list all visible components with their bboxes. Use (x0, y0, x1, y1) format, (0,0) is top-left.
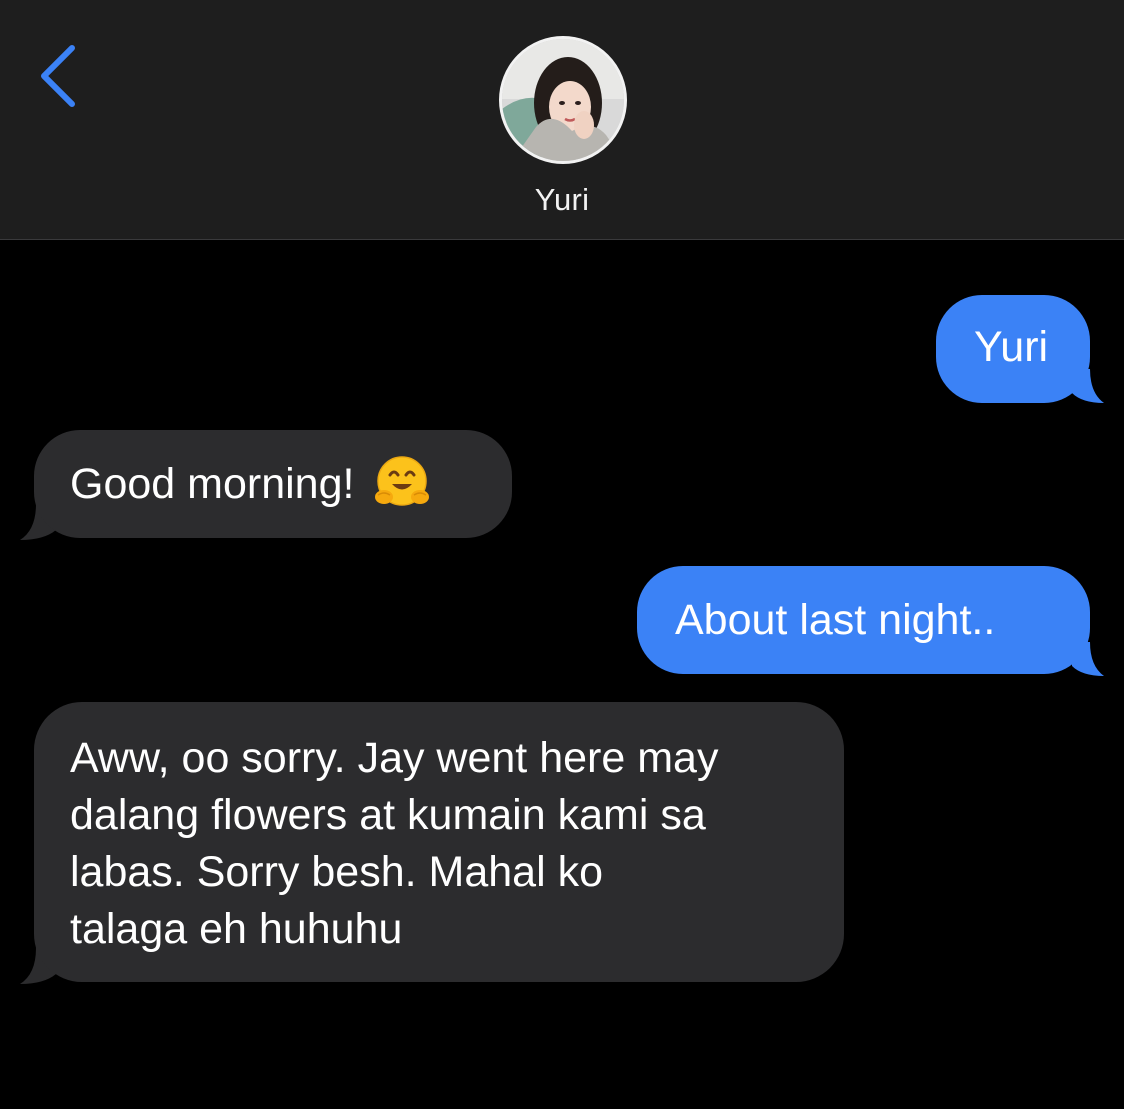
message-text: About last night.. (675, 596, 996, 644)
contact-photo (502, 39, 624, 161)
message-row-outgoing: About last night.. (637, 566, 1104, 676)
contact-name[interactable]: Yuri (0, 182, 1124, 218)
message-text: Yuri (974, 323, 1049, 371)
message-bubble[interactable]: Good morning! (34, 430, 512, 538)
message-bubble[interactable]: Aww, oo sorry. Jay went here may dalang … (34, 702, 844, 982)
back-button[interactable] (28, 36, 88, 116)
chevron-left-icon (41, 45, 75, 107)
message-text-line: labas. Sorry besh. Mahal ko (70, 848, 603, 896)
message-text-line: talaga eh huhuhu (70, 905, 403, 953)
message-text-line: dalang flowers at kumain kami sa (70, 791, 706, 839)
message-bubble[interactable]: Yuri (936, 295, 1090, 403)
message-row-outgoing: Yuri (936, 295, 1104, 403)
message-bubble[interactable]: About last night.. (637, 566, 1090, 674)
bubble-tail (1072, 642, 1104, 676)
message-row-incoming: Aww, oo sorry. Jay went here may dalang … (20, 702, 844, 984)
hugging-face-emoji (375, 455, 430, 506)
messages-app: Yuri Yuri Good morning! About last night… (0, 0, 1124, 1109)
message-row-incoming: Good morning! (20, 430, 512, 540)
bubble-tail (1072, 369, 1104, 403)
contact-avatar[interactable] (499, 36, 627, 164)
message-text: Good morning! (70, 460, 355, 508)
message-text-line: Aww, oo sorry. Jay went here may (70, 734, 719, 782)
conversation-header: Yuri (0, 0, 1124, 240)
